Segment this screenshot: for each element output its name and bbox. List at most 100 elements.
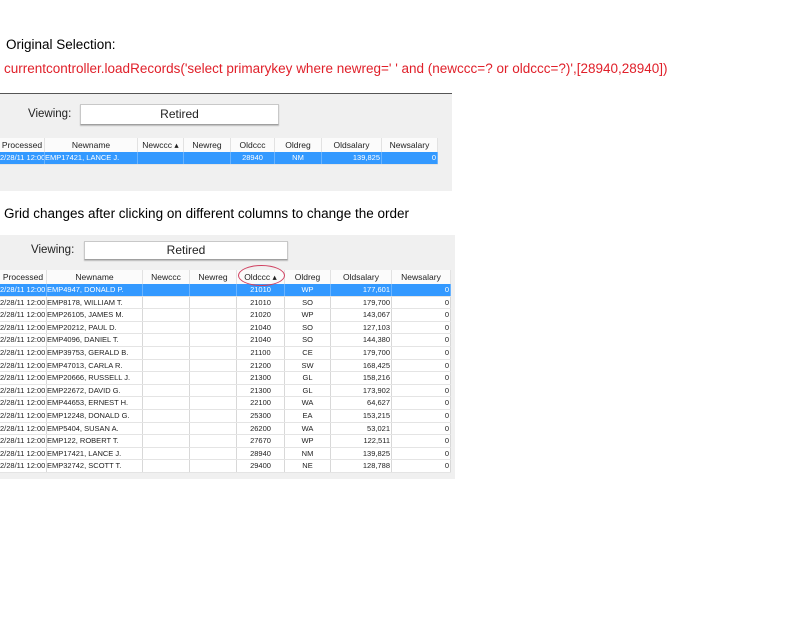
table-row[interactable]: 2/28/11 12:00 AMEMP5404, SUSAN A. 26200WA… bbox=[0, 422, 451, 436]
column-header[interactable]: Newname bbox=[45, 138, 138, 152]
table-cell bbox=[143, 334, 190, 346]
table-cell: GL bbox=[285, 372, 331, 384]
table-row[interactable]: 2/28/11 12:00 AMEMP20212, PAUL D. 21040SO… bbox=[0, 321, 451, 335]
table-row[interactable]: 2/28/11 12:00 AMEMP122, ROBERT T. 27670WP… bbox=[0, 435, 451, 448]
table-cell: 128,788 bbox=[331, 460, 392, 472]
table-cell: 28940 bbox=[231, 152, 275, 164]
grid-change-caption: Grid changes after clicking on different… bbox=[4, 206, 409, 221]
table-cell: SO bbox=[285, 321, 331, 334]
column-header[interactable]: Newreg bbox=[190, 270, 237, 284]
column-header[interactable]: Oldsalary bbox=[322, 138, 382, 152]
viewing-dropdown[interactable]: Retired bbox=[80, 104, 279, 125]
table-cell bbox=[190, 409, 237, 422]
table-cell: 2/28/11 12:00 AM bbox=[0, 409, 47, 422]
table-cell bbox=[143, 296, 190, 309]
column-header[interactable]: Processed bbox=[0, 270, 47, 284]
viewing-dropdown[interactable]: Retired bbox=[84, 241, 288, 260]
table-cell: 21300 bbox=[237, 384, 285, 397]
table-cell bbox=[143, 384, 190, 397]
table-cell bbox=[190, 372, 237, 384]
table-cell: WA bbox=[285, 397, 331, 409]
table-row[interactable]: 2/28/11 12:00 AMEMP32742, SCOTT T. 29400N… bbox=[0, 460, 451, 473]
table-row[interactable]: 2/28/11 12:00 AMEMP8178, WILLIAM T. 21010… bbox=[0, 296, 451, 310]
table-cell: 0 bbox=[392, 321, 451, 334]
table-row[interactable]: 2/28/11 12:00 AMEMP17421, LANCE J. 28940N… bbox=[0, 447, 451, 461]
table-cell: 0 bbox=[382, 152, 438, 164]
table-cell: CE bbox=[285, 346, 331, 359]
table-cell: 2/28/11 12:00 AM bbox=[0, 422, 47, 435]
data-grid-original[interactable]: Processed Newname Newccc ▴ Newreg Oldccc Oldr… bbox=[0, 138, 438, 165]
column-header[interactable]: Newsalary bbox=[392, 270, 451, 284]
table-cell: EMP4947, DONALD P. bbox=[47, 284, 143, 296]
code-snippet: currentcontroller.loadRecords('select pr… bbox=[4, 61, 668, 76]
table-cell: 139,825 bbox=[322, 152, 382, 164]
table-cell: 2/28/11 12:00 AM bbox=[0, 152, 45, 164]
table-row[interactable]: 2/28/11 12:00 AMEMP12248, DONALD G. 25300… bbox=[0, 409, 451, 423]
table-cell: 177,601 bbox=[331, 284, 392, 296]
column-header[interactable]: Oldreg bbox=[275, 138, 322, 152]
table-cell: 127,103 bbox=[331, 321, 392, 334]
column-header[interactable]: Oldccc bbox=[231, 138, 275, 152]
column-header[interactable]: Newreg bbox=[184, 138, 231, 152]
column-header[interactable]: Newsalary bbox=[382, 138, 438, 152]
table-cell: 2/28/11 12:00 AM bbox=[0, 397, 47, 409]
table-cell bbox=[143, 460, 190, 472]
table-cell: 0 bbox=[392, 346, 451, 359]
table-cell: 2/28/11 12:00 AM bbox=[0, 372, 47, 384]
table-cell bbox=[143, 321, 190, 334]
table-cell bbox=[190, 460, 237, 472]
table-cell: EMP39753, GERALD B. bbox=[47, 346, 143, 359]
column-header[interactable]: Oldsalary bbox=[331, 270, 392, 284]
table-cell: 0 bbox=[392, 284, 451, 296]
table-cell: 0 bbox=[392, 435, 451, 447]
table-cell: 21300 bbox=[237, 372, 285, 384]
table-row[interactable]: 2/28/11 12:00 AMEMP22672, DAVID G. 21300G… bbox=[0, 384, 451, 398]
table-row[interactable]: 2/28/11 12:00 AMEMP26105, JAMES M. 21020W… bbox=[0, 309, 451, 322]
table-cell bbox=[190, 384, 237, 397]
table-row[interactable]: 2/28/11 12:00 AMEMP39753, GERALD B. 21100… bbox=[0, 346, 451, 360]
table-row[interactable]: 2/28/11 12:00 AMEMP4096, DANIEL T. 21040S… bbox=[0, 334, 451, 347]
table-cell bbox=[184, 152, 231, 164]
table-cell bbox=[190, 435, 237, 447]
table-cell: WA bbox=[285, 422, 331, 435]
table-cell: 173,902 bbox=[331, 384, 392, 397]
table-cell: WP bbox=[285, 435, 331, 447]
table-row[interactable]: 2/28/11 12:00 AMEMP44653, ERNEST H. 22100… bbox=[0, 397, 451, 410]
table-row[interactable]: 2/28/11 12:00 AMEMP17421, LANCE J. 28940N… bbox=[0, 152, 438, 165]
column-header[interactable]: Oldreg bbox=[285, 270, 331, 284]
table-cell bbox=[190, 284, 237, 296]
column-header[interactable]: Newname bbox=[47, 270, 143, 284]
table-cell: 168,425 bbox=[331, 359, 392, 372]
table-cell: 143,067 bbox=[331, 309, 392, 321]
table-cell: EMP17421, LANCE J. bbox=[45, 152, 138, 164]
table-cell: 21040 bbox=[237, 321, 285, 334]
table-row[interactable]: 2/28/11 12:00 AMEMP4947, DONALD P.21010W… bbox=[0, 284, 451, 297]
table-cell: SO bbox=[285, 334, 331, 346]
data-grid-sorted[interactable]: Processed Newname Newccc Newreg Oldccc ▴ Oldr… bbox=[0, 270, 451, 473]
table-cell: 179,700 bbox=[331, 296, 392, 309]
table-cell bbox=[190, 296, 237, 309]
table-cell: 21200 bbox=[237, 359, 285, 372]
table-row[interactable]: 2/28/11 12:00 AMEMP47013, CARLA R. 21200S… bbox=[0, 359, 451, 373]
table-cell: 179,700 bbox=[331, 346, 392, 359]
table-cell: 0 bbox=[392, 409, 451, 422]
viewing-label: Viewing: bbox=[31, 244, 75, 256]
table-cell: 2/28/11 12:00 AM bbox=[0, 296, 47, 309]
table-cell: 28940 bbox=[237, 447, 285, 460]
table-row[interactable]: 2/28/11 12:00 AMEMP20666, RUSSELL J. 2130… bbox=[0, 372, 451, 385]
table-cell: 64,627 bbox=[331, 397, 392, 409]
table-cell: 27670 bbox=[237, 435, 285, 447]
column-header[interactable]: Newccc bbox=[143, 270, 190, 284]
table-cell bbox=[143, 372, 190, 384]
table-cell: WP bbox=[285, 309, 331, 321]
table-cell: EMP44653, ERNEST H. bbox=[47, 397, 143, 409]
table-cell: 2/28/11 12:00 AM bbox=[0, 334, 47, 346]
table-cell bbox=[143, 346, 190, 359]
table-cell bbox=[190, 334, 237, 346]
column-header[interactable]: Newccc ▴ bbox=[138, 138, 184, 152]
column-header[interactable]: Processed bbox=[0, 138, 45, 152]
table-cell: 139,825 bbox=[331, 447, 392, 460]
table-cell: 0 bbox=[392, 460, 451, 472]
table-cell: 26200 bbox=[237, 422, 285, 435]
table-cell: EMP8178, WILLIAM T. bbox=[47, 296, 143, 309]
